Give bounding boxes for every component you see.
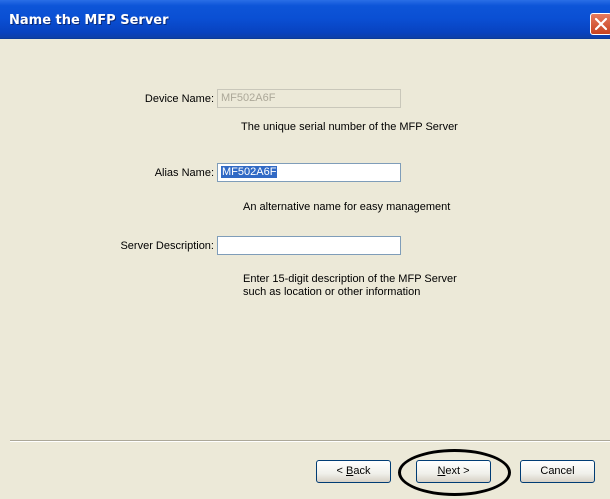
alias-name-input[interactable]: MF502A6F: [217, 163, 401, 182]
close-icon: [594, 17, 608, 31]
device-name-label: Device Name:: [144, 93, 214, 105]
wizard-dialog: Name the MFP Server Device Name: MF502A6…: [0, 0, 610, 499]
dialog-title: Name the MFP Server: [9, 13, 169, 28]
alias-name-label: Alias Name:: [154, 167, 214, 179]
cancel-button[interactable]: Cancel: [520, 460, 595, 483]
server-description-hint-2: such as location or other information: [243, 286, 421, 298]
back-button[interactable]: < Back: [316, 460, 391, 483]
back-button-rest: ack: [353, 465, 371, 477]
server-description-input[interactable]: [217, 236, 401, 255]
alias-name-hint: An alternative name for easy management: [243, 201, 451, 213]
device-name-hint: The unique serial number of the MFP Serv…: [241, 121, 458, 133]
close-button[interactable]: [590, 13, 610, 35]
server-description-label: Server Description:: [120, 240, 214, 252]
title-bar[interactable]: Name the MFP Server: [0, 0, 610, 39]
next-button[interactable]: Next >: [416, 460, 491, 483]
device-name-field: MF502A6F: [217, 89, 401, 108]
back-button-prefix: <: [336, 465, 346, 477]
alias-name-selected-text: MF502A6F: [221, 166, 278, 178]
server-description-hint-1: Enter 15-digit description of the MFP Se…: [243, 273, 457, 285]
footer-separator: [10, 440, 610, 442]
next-button-rest: ext >: [445, 465, 470, 477]
